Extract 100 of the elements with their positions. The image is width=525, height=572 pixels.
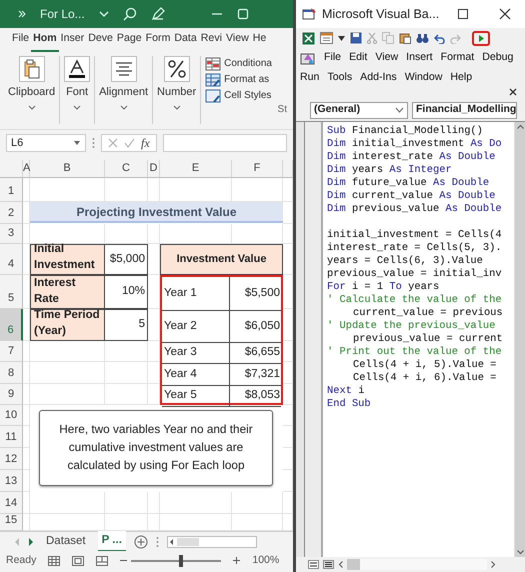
sheet-cell[interactable] — [105, 492, 148, 514]
ribbon-command[interactable]: Conditiona — [205, 56, 293, 71]
procedure-dropdown[interactable]: Financial_Modelling — [412, 102, 517, 119]
row-header[interactable]: 11 — [0, 426, 23, 448]
row-header[interactable]: 2 — [0, 202, 23, 224]
sheet-cell[interactable] — [23, 384, 30, 405]
code-editor[interactable] — [323, 122, 514, 557]
sheet-cell[interactable] — [23, 448, 30, 470]
excel-icon[interactable] — [302, 32, 315, 44]
page-break-icon[interactable] — [96, 556, 108, 566]
form-icon[interactable] — [320, 32, 333, 44]
dropdown-icon[interactable] — [172, 102, 182, 110]
ribbon-tab[interactable]: Inser — [58, 28, 86, 52]
menu-item[interactable]: Window — [404, 70, 442, 86]
sheet-cell[interactable] — [232, 492, 283, 514]
row-header[interactable]: 14 — [0, 492, 23, 514]
add-sheet-icon[interactable] — [134, 534, 148, 548]
ribbon-group-button[interactable]: Clipboard — [8, 84, 56, 100]
scroll-right-icon[interactable] — [28, 538, 34, 546]
dropdown-icon[interactable] — [72, 102, 82, 110]
scroll-down-icon[interactable] — [516, 550, 524, 555]
zoom-in-icon[interactable] — [233, 557, 240, 564]
normal-view-icon[interactable] — [48, 556, 60, 566]
page-layout-icon[interactable] — [72, 556, 84, 566]
expand-icon[interactable] — [18, 10, 26, 18]
ribbon-group-button[interactable]: Number — [157, 84, 196, 100]
menu-item[interactable]: View — [375, 50, 398, 66]
column-header[interactable]: E — [160, 160, 232, 178]
module-view-icon[interactable] — [323, 560, 334, 569]
row-header[interactable]: 1 — [0, 178, 23, 202]
sheet-cell[interactable] — [23, 470, 30, 492]
sheet-cell[interactable] — [148, 224, 160, 244]
insert-function-button[interactable]: fx — [141, 134, 150, 152]
ribbon-tab[interactable]: Page — [114, 28, 144, 52]
sheet-cell[interactable] — [105, 384, 148, 405]
procedure-view-icon[interactable] — [308, 560, 319, 569]
sheet-cell[interactable] — [23, 492, 30, 514]
menu-item[interactable]: Edit — [349, 50, 368, 66]
search-icon[interactable] — [122, 7, 137, 21]
column-header[interactable]: B — [30, 160, 105, 178]
row-header[interactable]: 12 — [0, 448, 23, 470]
formula-input[interactable] — [162, 134, 287, 152]
menu-item[interactable]: Add-Ins — [360, 70, 397, 86]
horizontal-scrollbar[interactable] — [347, 559, 487, 570]
menu-item[interactable]: Format — [440, 50, 474, 66]
sheet-tab[interactable]: P ... — [98, 530, 126, 552]
row-header[interactable]: 10 — [0, 405, 23, 426]
sheet-cell[interactable] — [160, 492, 232, 514]
pen-icon[interactable] — [150, 7, 165, 21]
row-header[interactable]: 8 — [0, 362, 23, 384]
row-header[interactable]: 13 — [0, 470, 23, 492]
dropdown-icon[interactable] — [73, 140, 81, 146]
column-header[interactable]: A — [23, 160, 30, 178]
dropdown-icon[interactable] — [26, 102, 37, 110]
sheet-cell[interactable] — [23, 362, 30, 384]
sheet-cell[interactable] — [23, 426, 30, 448]
row-header[interactable]: 5 — [0, 275, 23, 309]
menu-item[interactable]: Help — [450, 70, 472, 86]
undo-icon[interactable] — [434, 32, 445, 44]
run-button[interactable] — [472, 30, 490, 46]
object-dropdown[interactable]: (General) — [310, 102, 408, 119]
menu-item[interactable]: Tools — [327, 70, 352, 86]
column-header[interactable] — [283, 160, 293, 178]
ribbon-tab[interactable]: Data — [172, 28, 199, 52]
close-icon[interactable] — [509, 88, 517, 96]
ribbon-tab[interactable]: View — [224, 28, 251, 52]
sheet-cell[interactable] — [105, 362, 148, 384]
copy-icon[interactable] — [382, 32, 394, 44]
zoom-slider-thumb[interactable] — [178, 554, 183, 566]
name-box[interactable]: L6 — [6, 134, 86, 152]
scroll-left-icon[interactable] — [338, 561, 343, 568]
ribbon-command[interactable]: Format as — [205, 72, 293, 87]
row-header[interactable]: 15 — [0, 514, 23, 531]
column-header[interactable]: D — [148, 160, 160, 178]
row-header[interactable]: 4 — [0, 244, 23, 275]
ribbon-tab[interactable]: Deve — [86, 28, 115, 52]
binoculars-icon[interactable] — [416, 32, 429, 44]
ribbon-tab[interactable]: File — [10, 28, 32, 52]
sheet-cell[interactable] — [23, 224, 30, 244]
dropdown-icon[interactable] — [338, 36, 345, 40]
ribbon-tab[interactable]: Form — [144, 28, 172, 52]
row-header[interactable]: 9 — [0, 384, 23, 405]
sheet-cell[interactable] — [148, 492, 160, 514]
menu-item[interactable]: Debug — [482, 50, 514, 66]
column-header[interactable]: F — [232, 160, 283, 178]
cancel-icon[interactable] — [108, 138, 118, 148]
paste-icon[interactable] — [399, 32, 411, 44]
column-header[interactable]: C — [105, 160, 148, 178]
menu-item[interactable]: Insert — [406, 50, 433, 66]
check-icon[interactable] — [124, 138, 135, 148]
save-icon[interactable] — [350, 32, 362, 44]
sheet-cell[interactable] — [23, 341, 30, 362]
ribbon-tab[interactable]: He — [250, 28, 268, 52]
menu-item[interactable]: File — [324, 50, 342, 66]
dropdown-icon[interactable] — [395, 107, 404, 114]
ribbon-tab[interactable]: Revi — [198, 28, 224, 52]
row-header[interactable]: 7 — [0, 341, 23, 362]
sheet-cell[interactable] — [30, 384, 105, 405]
redo-icon[interactable] — [450, 32, 461, 44]
row-header[interactable]: 3 — [0, 224, 23, 244]
